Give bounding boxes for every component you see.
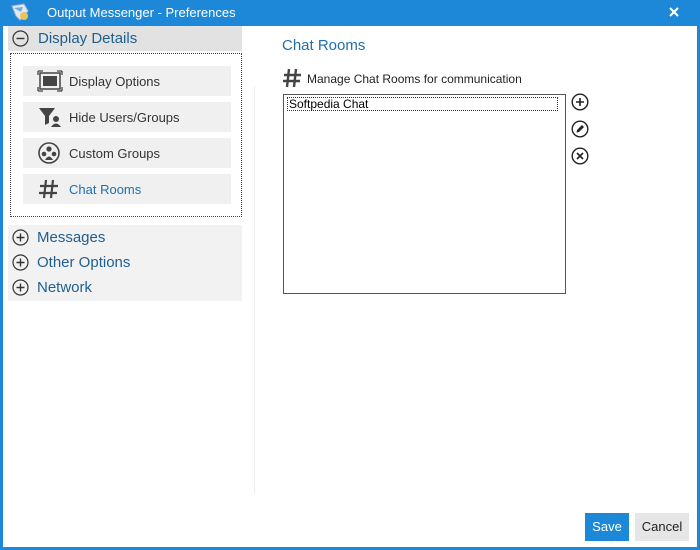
panel-title: Chat Rooms (282, 37, 366, 54)
add-room-button[interactable] (571, 93, 589, 111)
sidebar-item-chat-rooms[interactable]: Chat Rooms (23, 174, 231, 204)
app-logo-icon (11, 3, 29, 21)
group-icon (38, 142, 60, 164)
section-label-other-options: Other Options (37, 254, 131, 271)
panel-divider (254, 86, 255, 494)
sidebar-item-custom-groups[interactable]: Custom Groups (23, 138, 231, 168)
section-display-details[interactable]: Display Details (8, 26, 242, 51)
edit-room-button[interactable] (571, 120, 589, 138)
panel-subtitle: Manage Chat Rooms for communication (307, 72, 522, 86)
close-icon (669, 7, 679, 17)
close-button[interactable] (666, 4, 682, 20)
section-label-display-details: Display Details (38, 30, 138, 47)
chat-rooms-list[interactable]: Softpedia Chat (283, 94, 566, 294)
sidebar: Display Details Display Options Hide Use… (8, 26, 242, 301)
hash-icon (283, 68, 301, 88)
section-network[interactable]: Network (8, 275, 242, 300)
expand-plus-icon (12, 254, 29, 271)
sidebar-item-hide-users-groups[interactable]: Hide Users/Groups (23, 102, 231, 132)
display-icon (37, 70, 63, 92)
delete-room-button[interactable] (571, 147, 589, 165)
section-messages[interactable]: Messages (8, 225, 242, 250)
sidebar-item-label: Display Options (69, 74, 161, 89)
section-label-network: Network (37, 279, 93, 296)
save-button[interactable]: Save (585, 513, 629, 541)
display-details-subitems: Display Options Hide Users/Groups Custom… (10, 53, 242, 217)
cancel-button[interactable]: Cancel (635, 513, 689, 541)
expand-plus-icon (12, 279, 29, 296)
title-bar[interactable]: Output Messenger - Preferences (0, 0, 700, 26)
sidebar-item-label: Custom Groups (69, 146, 161, 161)
collapsed-sections: Messages Other Options Network (8, 225, 242, 301)
preferences-window: Output Messenger - Preferences Display D… (0, 0, 700, 550)
collapse-minus-icon (12, 30, 29, 47)
list-item[interactable]: Softpedia Chat (287, 97, 558, 111)
section-other-options[interactable]: Other Options (8, 250, 242, 275)
sidebar-item-label: Chat Rooms (69, 182, 142, 197)
preferences-content: Display Details Display Options Hide Use… (3, 26, 697, 547)
sidebar-item-label: Hide Users/Groups (69, 110, 180, 125)
expand-plus-icon (12, 229, 29, 246)
x-icon (571, 147, 589, 165)
filter-users-icon (39, 108, 61, 127)
window-title: Output Messenger - Preferences (47, 5, 236, 20)
plus-icon (571, 93, 589, 111)
hash-icon (39, 179, 58, 199)
sidebar-item-display-options[interactable]: Display Options (23, 66, 231, 96)
pencil-icon (571, 120, 589, 138)
section-label-messages: Messages (37, 229, 106, 246)
